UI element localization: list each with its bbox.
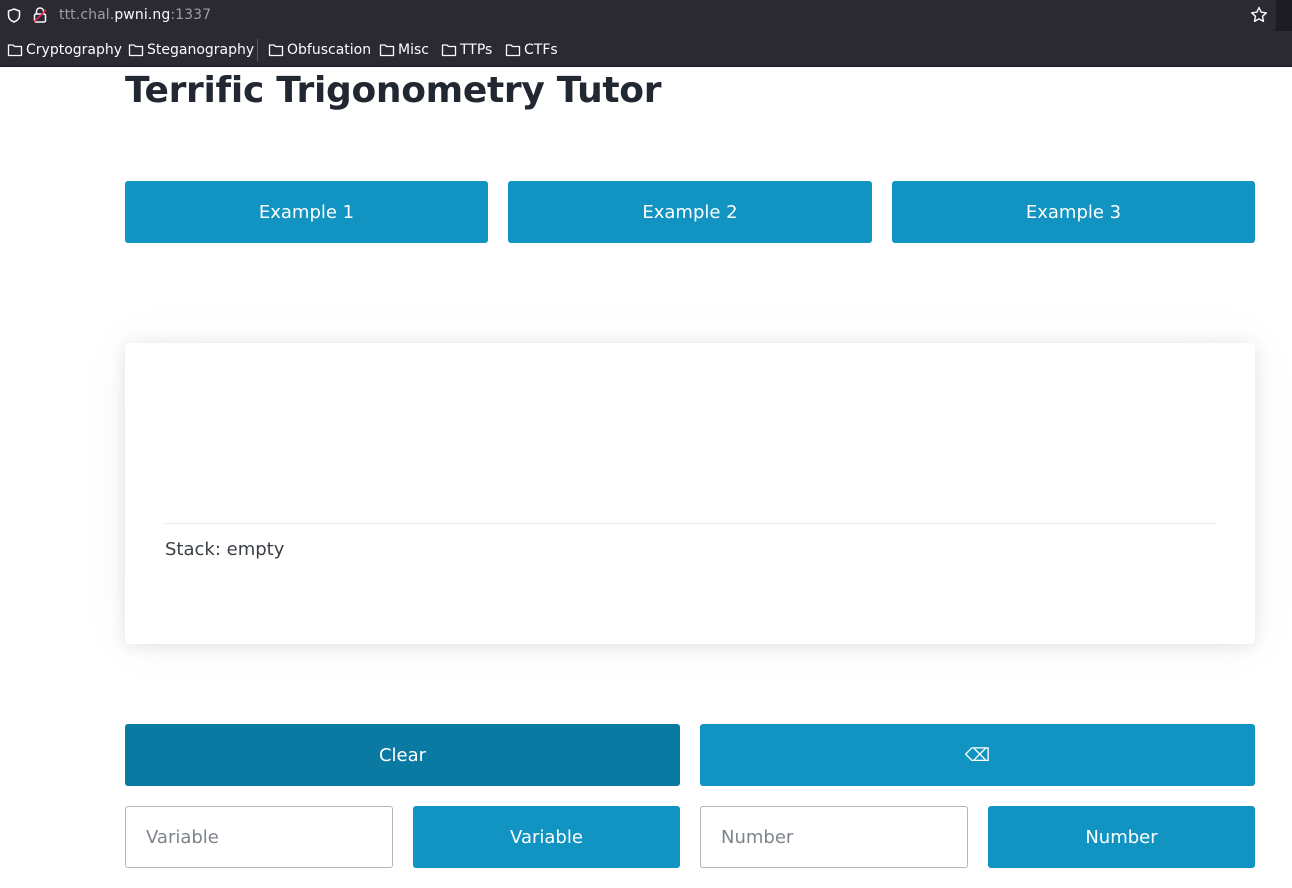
example-3-button[interactable]: Example 3 (892, 181, 1255, 243)
bookmark-separator (257, 39, 258, 61)
expression-display (165, 363, 1215, 523)
folder-icon (379, 44, 395, 57)
page-title: Terrific Trigonometry Tutor (125, 70, 662, 111)
browser-urlbar: ttt.chal.pwni.ng:1337 (0, 0, 1292, 31)
number-button[interactable]: Number (988, 806, 1255, 868)
folder-icon (505, 44, 521, 57)
bookmarks-bar: Cryptography Steganography Obfuscation M… (0, 31, 1292, 67)
bookmark-label: TTPs (460, 42, 493, 58)
bookmark-label: Obfuscation (287, 42, 372, 58)
bookmark-label: CTFs (524, 42, 558, 58)
url-text[interactable]: ttt.chal.pwni.ng:1337 (59, 7, 211, 23)
bookmark-label: Misc (398, 42, 429, 58)
folder-icon (441, 44, 457, 57)
url-prefix: ttt.chal. (59, 7, 115, 23)
number-input[interactable] (700, 806, 968, 868)
bookmark-misc[interactable]: Misc (379, 41, 429, 59)
bookmark-steganography[interactable]: Steganography (128, 41, 254, 59)
url-field[interactable]: ttt.chal.pwni.ng:1337 (0, 0, 1276, 31)
url-port: :1337 (170, 7, 212, 23)
example-1-button[interactable]: Example 1 (125, 181, 488, 243)
folder-icon (128, 44, 144, 57)
panel-divider (165, 523, 1215, 524)
bookmark-ttps[interactable]: TTPs (441, 41, 492, 59)
clear-button[interactable]: Clear (125, 724, 680, 786)
example-2-button[interactable]: Example 2 (508, 181, 872, 243)
bookmark-obfuscation[interactable]: Obfuscation (268, 41, 371, 59)
url-domain: pwni.ng (114, 7, 171, 23)
lock-icon[interactable] (33, 7, 47, 23)
folder-icon (7, 44, 23, 57)
bookmark-label: Steganography (147, 42, 255, 58)
expression-panel: Stack: empty (125, 343, 1255, 644)
variable-input[interactable] (125, 806, 393, 868)
star-icon[interactable] (1250, 6, 1268, 24)
variable-button[interactable]: Variable (413, 806, 680, 868)
backspace-button[interactable]: ⌫ (700, 724, 1255, 786)
bookmark-cryptography[interactable]: Cryptography (7, 41, 122, 59)
stack-status: Stack: empty (165, 539, 285, 560)
folder-icon (268, 44, 284, 57)
shield-icon[interactable] (7, 8, 21, 23)
bookmark-label: Cryptography (26, 42, 123, 58)
bookmark-ctfs[interactable]: CTFs (505, 41, 558, 59)
